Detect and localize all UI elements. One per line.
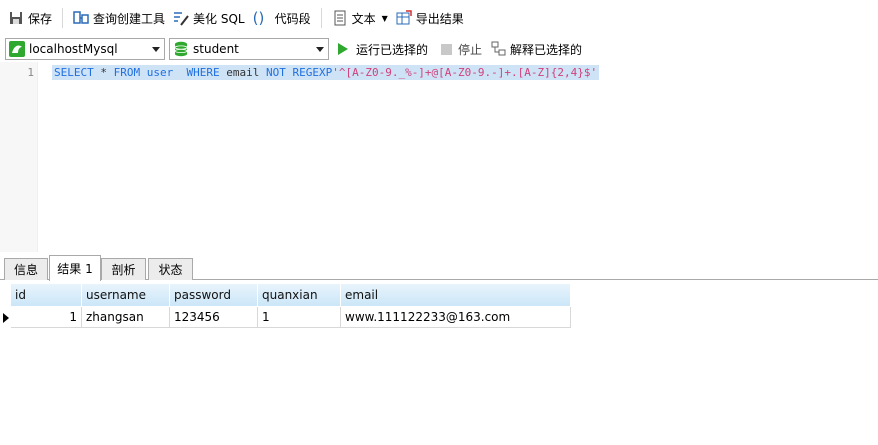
- sql-text: *: [93, 66, 114, 79]
- sql-editor[interactable]: 1 SELECT * FROM user WHERE email NOT REG…: [0, 62, 878, 252]
- stop-label: 停止: [458, 42, 483, 57]
- toolbar-divider: [62, 8, 64, 28]
- export-result-button[interactable]: 导出结果: [392, 6, 468, 30]
- export-icon: [396, 10, 412, 26]
- database-icon: [173, 41, 189, 57]
- tab-profile[interactable]: 剖析: [101, 258, 146, 280]
- database-value: student: [193, 42, 239, 56]
- sql-keyword: FROM: [113, 66, 141, 79]
- cell-id[interactable]: 1: [11, 307, 82, 328]
- sql-text: email: [219, 66, 266, 79]
- main-toolbar: 保存 查询创建工具 美化 SQL () 代码段 文本 ▼ 导出结果: [0, 0, 878, 36]
- cell-username[interactable]: zhangsan: [82, 307, 170, 328]
- sql-string: '^[A-Z0-9._%-]+@[A-Z0-9.-]+.[A-Z]{2,4}$': [332, 66, 598, 79]
- text-mode-label: 文本: [351, 11, 376, 26]
- cell-email[interactable]: www.111122233@163.com: [341, 307, 571, 328]
- tab-result-1[interactable]: 结果 1: [49, 255, 101, 281]
- save-button[interactable]: 保存: [4, 6, 56, 30]
- text-mode-button[interactable]: 文本 ▼: [328, 6, 392, 30]
- cell-quanxian[interactable]: 1: [258, 307, 341, 328]
- beautify-sql-button[interactable]: 美化 SQL: [169, 6, 249, 30]
- chevron-down-icon[interactable]: ▼: [382, 14, 388, 23]
- beautify-sql-label: 美化 SQL: [193, 11, 245, 26]
- stop-icon: [441, 43, 452, 55]
- save-icon: [8, 10, 24, 26]
- sql-keyword: NOT REGEXP: [265, 66, 333, 79]
- current-row-indicator: [3, 313, 9, 323]
- sql-keyword: SELECT: [54, 66, 94, 79]
- connection-toolbar: localhostMysql student 运行已选择的 停止 解释已选择的: [0, 36, 878, 62]
- query-builder-button[interactable]: 查询创建工具: [69, 6, 169, 30]
- export-result-label: 导出结果: [415, 11, 464, 26]
- result-grid: id username password quanxian email 1 zh…: [0, 284, 878, 445]
- column-header-email[interactable]: email: [341, 284, 571, 306]
- query-builder-label: 查询创建工具: [93, 11, 166, 26]
- column-header-password[interactable]: password: [170, 284, 258, 306]
- column-header-id[interactable]: id: [11, 284, 82, 306]
- code-snippet-button[interactable]: () 代码段: [249, 6, 315, 30]
- save-label: 保存: [28, 11, 53, 26]
- connection-select[interactable]: localhostMysql: [5, 38, 165, 60]
- database-select[interactable]: student: [169, 38, 329, 60]
- sql-table: user: [146, 66, 174, 79]
- line-number: 1: [27, 66, 34, 79]
- column-header-quanxian[interactable]: quanxian: [258, 284, 341, 306]
- mysql-connection-icon: [9, 41, 25, 57]
- query-builder-icon: [73, 10, 89, 26]
- stop-button[interactable]: 停止: [441, 39, 482, 59]
- run-selected-button[interactable]: 运行已选择的: [338, 39, 428, 59]
- explain-selected-button[interactable]: 解释已选择的: [491, 39, 582, 59]
- tab-status[interactable]: 状态: [148, 258, 193, 280]
- code-snippet-icon: (): [252, 9, 265, 27]
- connection-value: localhostMysql: [29, 42, 118, 56]
- line-gutter: 1: [0, 62, 38, 252]
- run-selected-label: 运行已选择的: [356, 42, 429, 57]
- tab-info[interactable]: 信息: [4, 258, 48, 280]
- column-header-username[interactable]: username: [82, 284, 170, 306]
- grid-header: id username password quanxian email: [11, 284, 571, 306]
- result-tabs: 信息 结果 1 剖析 状态: [0, 252, 878, 281]
- code-snippet-label: 代码段: [274, 11, 311, 26]
- table-row[interactable]: 1 zhangsan 123456 1 www.111122233@163.co…: [11, 307, 571, 328]
- sql-keyword: WHERE: [186, 66, 220, 79]
- chevron-down-icon: [152, 47, 160, 52]
- document-icon: [332, 10, 348, 26]
- cell-password[interactable]: 123456: [170, 307, 258, 328]
- explain-selected-label: 解释已选择的: [510, 42, 583, 57]
- chevron-down-icon: [316, 47, 324, 52]
- sql-line[interactable]: SELECT * FROM user WHERE email NOT REGEX…: [52, 65, 600, 80]
- toolbar-divider: [320, 8, 322, 28]
- play-icon: [338, 43, 348, 55]
- beautify-icon: [173, 10, 189, 26]
- explain-icon: [491, 41, 507, 57]
